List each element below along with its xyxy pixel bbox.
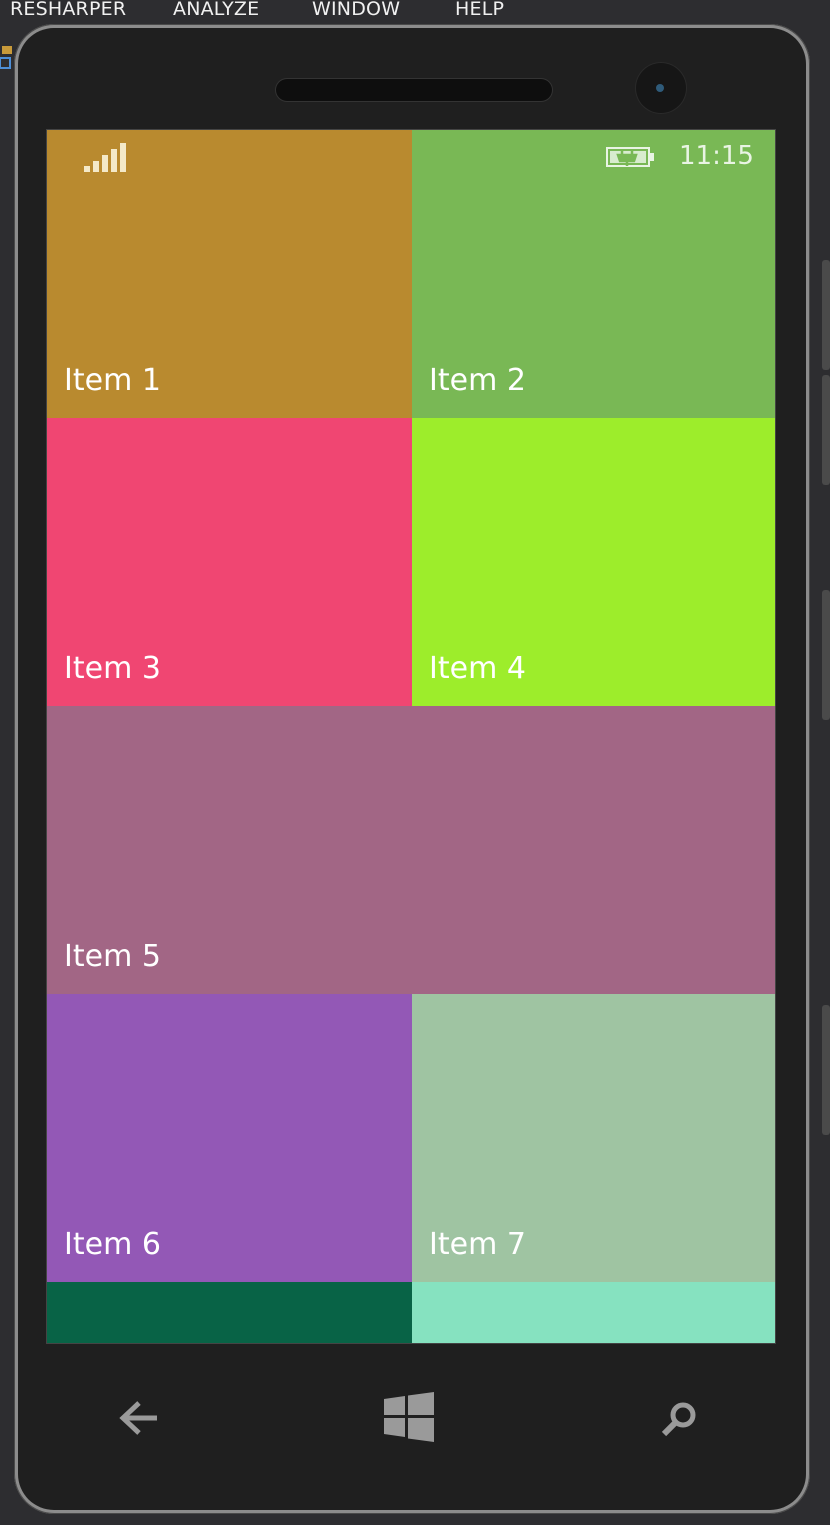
side-button-volume-up[interactable]	[822, 260, 830, 370]
side-button-power[interactable]	[822, 590, 830, 720]
tile-item-3[interactable]: Item 3	[47, 418, 412, 706]
tile-label: Item 5	[64, 939, 161, 974]
tile-item-5[interactable]: Item 5	[47, 706, 775, 994]
status-time: 11:15	[679, 141, 754, 171]
tile-label: Item 1	[64, 363, 161, 398]
tile-label: Item 2	[429, 363, 526, 398]
side-button-volume-down[interactable]	[822, 375, 830, 485]
search-icon[interactable]	[660, 1400, 698, 1438]
tile-label: Item 7	[429, 1227, 526, 1262]
phone-screen: Item 1 Item 2 Item 3 Item 4 Item 5 Item …	[46, 129, 776, 1344]
menu-window[interactable]: WINDOW	[312, 0, 400, 21]
signal-bars-icon	[84, 143, 126, 172]
battery-charging-icon	[606, 147, 654, 167]
side-button-camera[interactable]	[822, 1005, 830, 1135]
windows-logo-icon[interactable]	[384, 1392, 434, 1442]
tile-item-2[interactable]: Item 2	[412, 130, 775, 418]
tile-label: Item 3	[64, 651, 161, 686]
menu-analyze[interactable]: ANALYZE	[173, 0, 259, 21]
earpiece-speaker	[276, 79, 552, 101]
tile-item-4[interactable]: Item 4	[412, 418, 775, 706]
ide-menubar: RESHARPER ANALYZE WINDOW HELP	[0, 0, 830, 24]
tile-label: Item 4	[429, 651, 526, 686]
front-camera-icon	[636, 63, 686, 113]
tile-item-6[interactable]: Item 6	[47, 994, 412, 1282]
tile-item-1[interactable]: Item 1	[47, 130, 412, 418]
tile-item-7[interactable]: Item 7	[412, 994, 775, 1282]
menu-resharper[interactable]: RESHARPER	[10, 0, 126, 21]
ide-toolbar-icon[interactable]	[0, 44, 12, 70]
back-arrow-icon[interactable]	[119, 1400, 159, 1436]
tile-item-8[interactable]	[47, 1282, 412, 1343]
tile-item-9[interactable]	[412, 1282, 775, 1343]
menu-help[interactable]: HELP	[455, 0, 504, 21]
tile-label: Item 6	[64, 1227, 161, 1262]
